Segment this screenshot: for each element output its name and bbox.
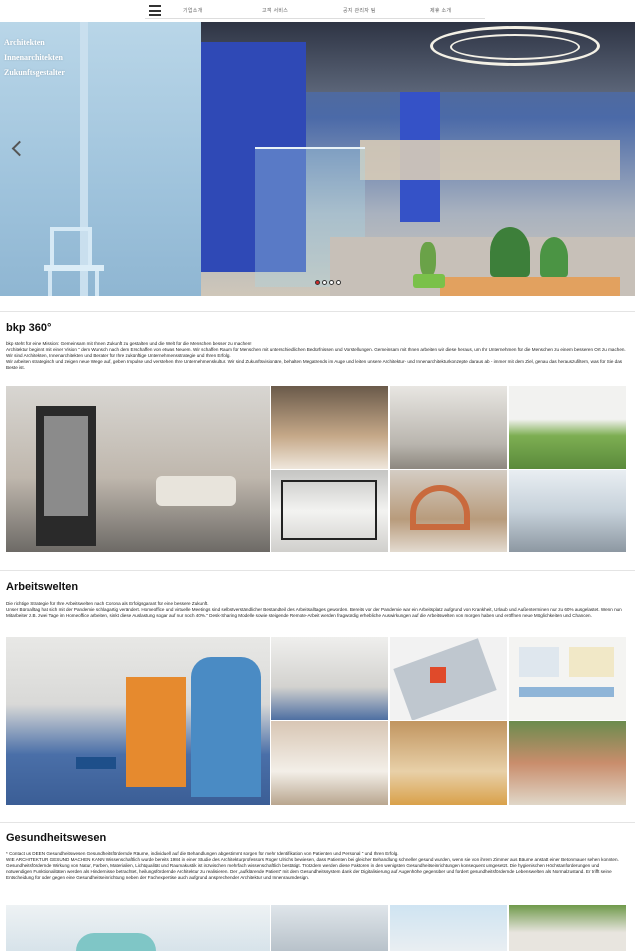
nav-divider	[145, 18, 485, 19]
section-body: bkp steht für eine Mission: Gemeinsam mi…	[6, 341, 626, 371]
gallery-image[interactable]	[271, 721, 388, 805]
top-navigation: 기업소개 고객 서비스 공지 관리자 팀 제휴 소개	[0, 0, 635, 22]
slider-dot[interactable]	[315, 280, 320, 285]
section-divider	[0, 570, 635, 571]
plant	[420, 242, 436, 277]
paragraph: Unser Büroalltag hat sich mit der Pandem…	[6, 607, 622, 619]
gallery-image[interactable]	[390, 721, 507, 805]
section-body: * Contact us DEEN Gesundheitswesen Gesun…	[6, 851, 626, 881]
lime-seat	[413, 274, 445, 288]
chair-illustration	[50, 227, 92, 267]
gallery-image[interactable]	[509, 721, 626, 805]
gallery-image[interactable]	[509, 386, 626, 469]
nav-item-2[interactable]: 고객 서비스	[262, 7, 288, 14]
planter	[440, 277, 620, 296]
hamburger-menu-icon[interactable]	[149, 5, 161, 16]
paragraph: WIE ARCHITEKTUR GESUND MACHEN KANN Wisse…	[6, 857, 619, 881]
hero-slider: Architekten Innenarchitekten Zukunftsges…	[0, 22, 635, 296]
section-title: Arbeitswelten	[6, 581, 79, 593]
hero-caption-line: Zukunftsgestalter	[4, 68, 65, 77]
gallery-image[interactable]	[509, 905, 626, 951]
nav-item-1[interactable]: 기업소개	[183, 7, 203, 14]
gallery-image[interactable]	[509, 470, 626, 552]
section-divider	[0, 311, 635, 312]
paragraph: Wir arbeiten strategisch und zeigen neue…	[6, 359, 623, 371]
gallery-image-large[interactable]	[6, 637, 270, 805]
gallery-image-large[interactable]	[6, 386, 270, 552]
gallery-image-large[interactable]	[6, 905, 270, 951]
slider-dot[interactable]	[336, 280, 341, 285]
gallery-image[interactable]	[271, 470, 388, 552]
hero-caption-line: Architekten	[4, 38, 45, 47]
section-title: Gesundheitswesen	[6, 832, 107, 844]
section-divider	[0, 822, 635, 823]
section-body: Die richtige Strategie für Ihre Arbeitsw…	[6, 601, 626, 619]
gallery-image[interactable]	[390, 905, 507, 951]
hero-caption: Architekten Innenarchitekten Zukunftsges…	[4, 35, 65, 80]
gallery-image[interactable]	[390, 386, 507, 469]
upper-floor	[360, 140, 620, 180]
slider-dot[interactable]	[329, 280, 334, 285]
slider-prev-arrow-icon[interactable]	[10, 139, 26, 161]
gallery-image[interactable]	[271, 905, 388, 951]
gallery-image[interactable]	[390, 470, 507, 552]
nav-item-4[interactable]: 제휴 소개	[430, 7, 451, 14]
gallery-image[interactable]	[509, 637, 626, 720]
gallery-image[interactable]	[390, 637, 507, 720]
ceiling-light-ring-inner	[450, 34, 580, 60]
gallery-image[interactable]	[271, 386, 388, 469]
plant	[490, 227, 530, 277]
slider-dot[interactable]	[322, 280, 327, 285]
nav-item-3[interactable]: 공지 관리자 팀	[343, 7, 376, 14]
hero-caption-line: Innenarchitekten	[4, 53, 63, 62]
gallery-image[interactable]	[271, 637, 388, 720]
paragraph: Architektur beginnt mit einer Vision " d…	[6, 347, 626, 359]
chair-leg	[95, 271, 99, 296]
plant	[540, 237, 568, 277]
chair-leg	[48, 271, 52, 296]
section-title: bkp 360°	[6, 322, 52, 334]
slider-dots	[315, 280, 341, 285]
